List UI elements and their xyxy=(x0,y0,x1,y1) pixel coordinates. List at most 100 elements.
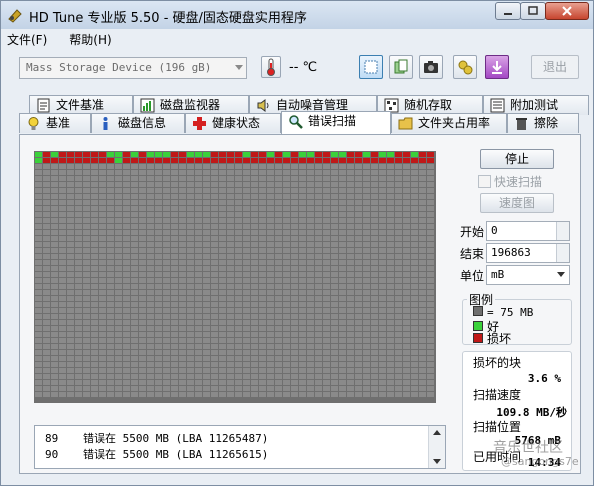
log-scrollbar[interactable] xyxy=(428,426,445,468)
block-unscanned xyxy=(59,386,66,391)
menu-help[interactable]: 帮助(H) xyxy=(69,31,111,49)
block-unscanned xyxy=(131,230,138,235)
block-unscanned xyxy=(419,326,426,331)
tab-disk-monitor[interactable]: 磁盘监视器 xyxy=(133,95,249,115)
tab-disk-info[interactable]: 磁盘信息 xyxy=(91,113,185,133)
maximize-button[interactable] xyxy=(520,2,546,20)
unit-select[interactable]: mB xyxy=(486,265,570,285)
block-unscanned xyxy=(275,338,282,343)
tab-benchmark[interactable]: 基准 xyxy=(19,113,91,133)
block-unscanned xyxy=(307,296,314,301)
close-button[interactable] xyxy=(545,2,589,20)
block-unscanned xyxy=(195,314,202,319)
block-unscanned xyxy=(115,380,122,385)
speed-map-button[interactable]: 速度图 xyxy=(480,193,554,213)
block-unscanned xyxy=(195,254,202,259)
block-unscanned xyxy=(403,212,410,217)
block-unscanned xyxy=(99,278,106,283)
block-unscanned xyxy=(275,314,282,319)
block-unscanned xyxy=(259,290,266,295)
thermometer-button[interactable] xyxy=(261,56,281,78)
block-unscanned xyxy=(75,356,82,361)
block-unscanned xyxy=(99,242,106,247)
block-scanned xyxy=(363,152,370,157)
spin-buttons[interactable] xyxy=(556,222,569,240)
trash-icon xyxy=(516,118,527,130)
block-unscanned xyxy=(307,344,314,349)
block-unscanned xyxy=(363,182,370,187)
block-unscanned xyxy=(339,308,346,313)
tab-random-access[interactable]: 随机存取 xyxy=(377,95,483,115)
options-button[interactable] xyxy=(453,55,477,79)
block-unscanned xyxy=(307,260,314,265)
quick-scan-checkbox[interactable]: 快速扫描 xyxy=(478,173,542,190)
copy-text-button[interactable] xyxy=(359,55,383,79)
block-unscanned xyxy=(331,194,338,199)
block-unscanned xyxy=(51,194,58,199)
spin-buttons[interactable] xyxy=(556,244,569,262)
block-scanned xyxy=(35,158,42,163)
block-unscanned xyxy=(251,182,258,187)
block-unscanned xyxy=(51,200,58,205)
block-unscanned xyxy=(83,332,90,337)
legend-box: 图例 = 75 MB 好 损坏 xyxy=(462,291,572,346)
start-field[interactable]: 0 xyxy=(486,221,570,241)
block-scanned xyxy=(195,158,202,163)
block-scanned xyxy=(347,152,354,157)
block-unscanned xyxy=(283,194,290,199)
block-unscanned xyxy=(51,254,58,259)
block-unscanned xyxy=(171,344,178,349)
minimize-button[interactable] xyxy=(495,2,521,20)
block-unscanned xyxy=(283,248,290,253)
block-unscanned xyxy=(299,218,306,223)
block-unscanned xyxy=(99,248,106,253)
block-unscanned xyxy=(75,254,82,259)
block-unscanned xyxy=(419,224,426,229)
block-scanned xyxy=(115,158,122,163)
block-unscanned xyxy=(83,188,90,193)
tab-file-benchmark[interactable]: 文件基准 xyxy=(29,95,133,115)
tab-error-scan[interactable]: 错误扫描 xyxy=(281,111,391,134)
block-unscanned xyxy=(331,362,338,367)
block-unscanned xyxy=(171,350,178,355)
block-unscanned xyxy=(163,266,170,271)
block-scanned xyxy=(235,158,242,163)
block-unscanned xyxy=(355,302,362,307)
block-unscanned xyxy=(259,362,266,367)
block-unscanned xyxy=(267,248,274,253)
block-unscanned xyxy=(411,260,418,265)
copy-screenshot-button[interactable] xyxy=(389,55,413,79)
block-unscanned xyxy=(187,290,194,295)
tab-health[interactable]: 健康状态 xyxy=(185,113,281,133)
block-unscanned xyxy=(331,176,338,181)
tab-folder-usage[interactable]: 文件夹占用率 xyxy=(391,113,507,133)
end-field[interactable]: 196863 xyxy=(486,243,570,263)
save-button[interactable] xyxy=(485,55,509,79)
block-unscanned xyxy=(267,236,274,241)
block-unscanned xyxy=(363,212,370,217)
camera-button[interactable] xyxy=(419,55,443,79)
block-unscanned xyxy=(171,296,178,301)
block-unscanned xyxy=(171,188,178,193)
error-log[interactable]: 89 错误在 5500 MB (LBA 11265487) 90 错误在 5500 … xyxy=(34,425,446,469)
menu-file[interactable]: 文件(F) xyxy=(7,31,47,49)
tab-extra-tests[interactable]: 附加测试 xyxy=(483,95,589,115)
block-unscanned xyxy=(275,392,282,397)
block-unscanned xyxy=(307,224,314,229)
block-unscanned xyxy=(363,374,370,379)
block-unscanned xyxy=(67,194,74,199)
block-unscanned xyxy=(395,248,402,253)
block-unscanned xyxy=(123,356,130,361)
stop-button[interactable]: 停止 xyxy=(480,149,554,169)
block-unscanned xyxy=(235,206,242,211)
tab-erase[interactable]: 擦除 xyxy=(507,113,579,133)
block-unscanned xyxy=(379,182,386,187)
device-select[interactable]: Mass Storage Device (196 gB) xyxy=(19,57,247,79)
block-unscanned xyxy=(243,302,250,307)
scan-block-map xyxy=(34,151,436,403)
block-unscanned xyxy=(315,224,322,229)
block-unscanned xyxy=(411,230,418,235)
block-unscanned xyxy=(243,212,250,217)
exit-button[interactable]: 退出 xyxy=(531,55,579,79)
block-unscanned xyxy=(323,212,330,217)
